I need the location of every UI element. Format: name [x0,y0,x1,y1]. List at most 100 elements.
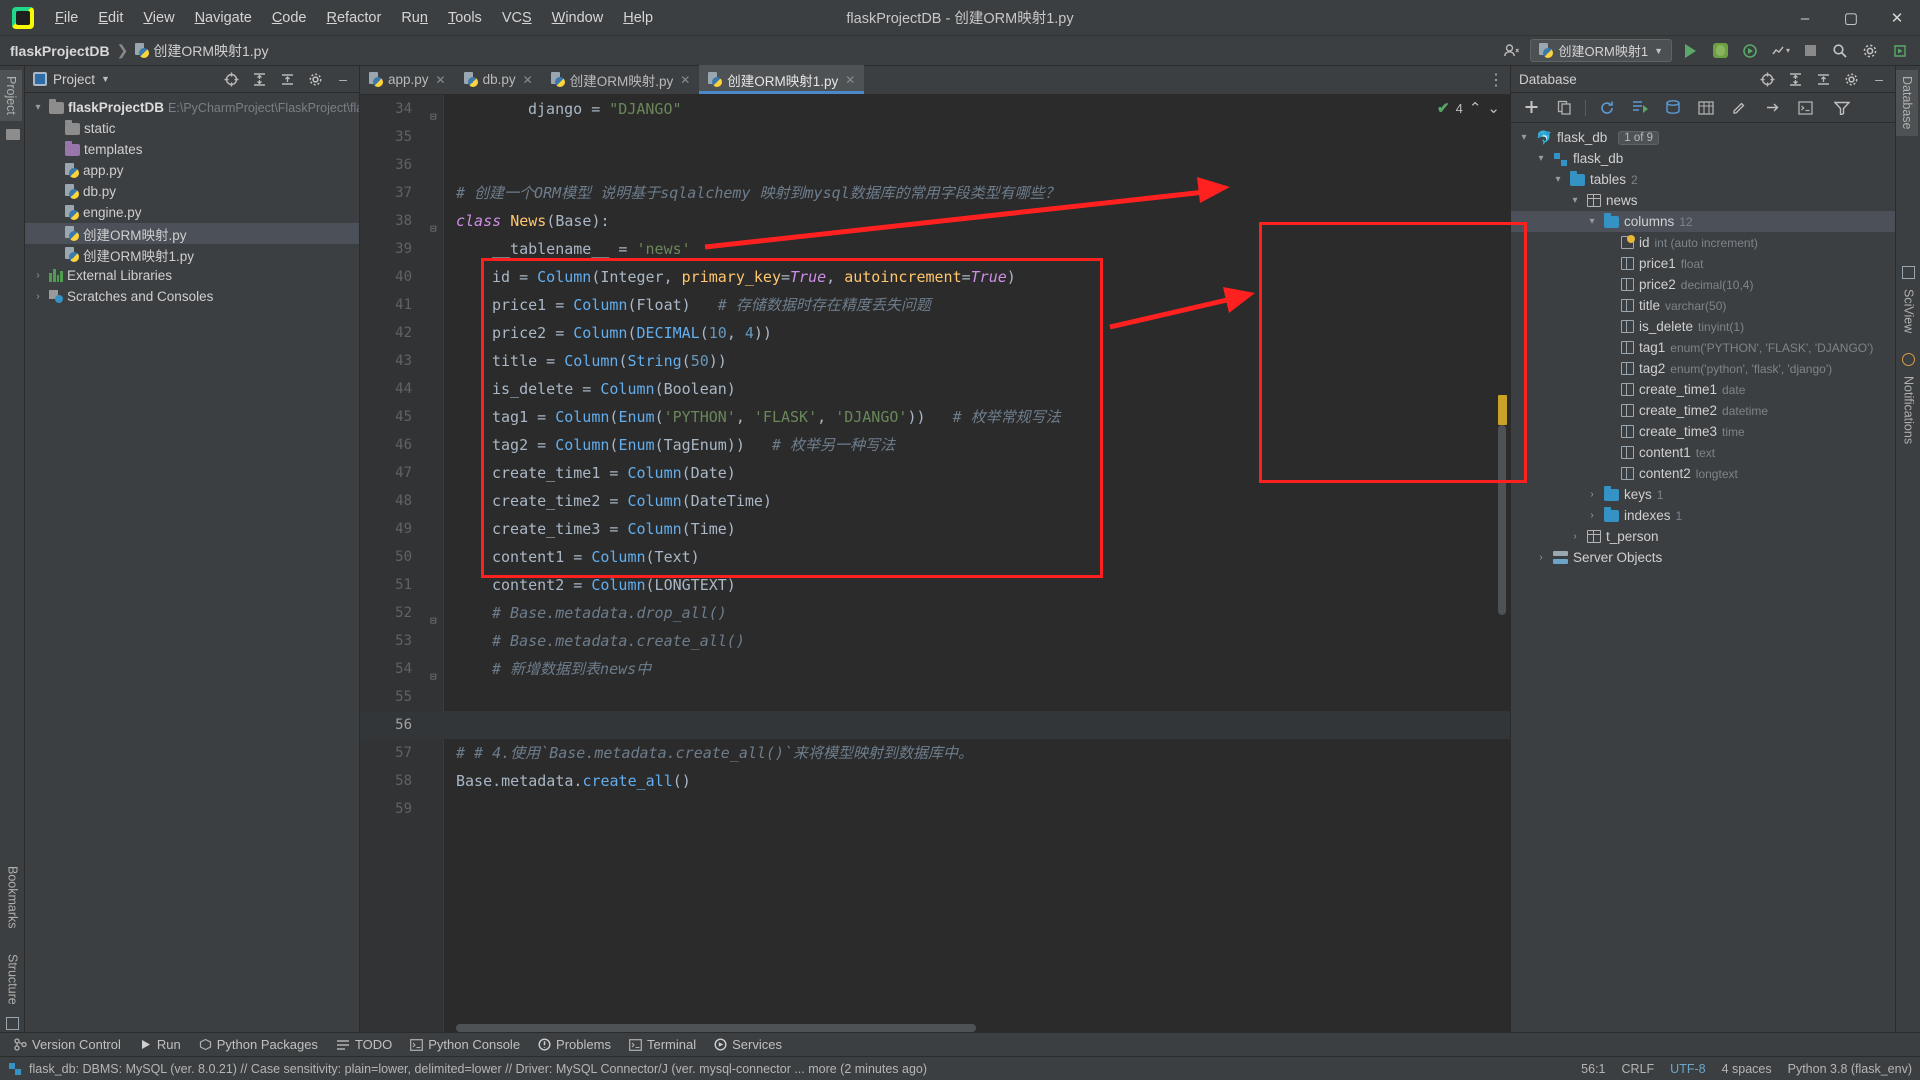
strip-tab-notifications[interactable]: Notifications [1898,370,1920,450]
code-line[interactable]: 55 [360,683,1510,711]
next-problem-icon[interactable]: ⌄ [1487,99,1500,117]
database-tree-item[interactable]: id int (auto increment) [1511,232,1895,253]
tool-window-button[interactable]: Problems [530,1035,619,1054]
run-configuration-selector[interactable]: 创建ORM映射1 ▼ [1529,39,1672,62]
chevron-down-icon[interactable]: ▾ [1551,174,1565,185]
editor-vertical-scrollbar[interactable] [1498,425,1506,615]
chevron-down-icon[interactable]: ▾ [1534,153,1548,164]
project-tree[interactable]: ▾ flaskProjectDB E:\PyCharmProject\FlaskPr… [25,93,359,1034]
status-indent[interactable]: 4 spaces [1722,1062,1772,1076]
strip-tab-structure[interactable]: Structure [2,948,24,1011]
code-line[interactable]: 40 id = Column(Integer, primary_key=True,… [360,263,1510,291]
expand-all-icon[interactable] [1811,67,1835,91]
status-interpreter[interactable]: Python 3.8 (flask_env) [1788,1062,1912,1076]
code-line[interactable]: 38 ⊟ class News(Base): [360,207,1510,235]
project-settings-gear-icon[interactable] [303,67,327,91]
settings-gear-icon[interactable] [1858,39,1882,63]
run-with-coverage-button[interactable] [1738,39,1762,63]
strip-tab-bookmarks[interactable]: Bookmarks [2,860,24,935]
code-line[interactable]: 53 # Base.metadata.create_all() [360,627,1510,655]
database-tree-item[interactable]: ▾ 🐬 flask_db 1 of 9 [1511,127,1895,148]
code-line[interactable]: 51 content2 = Column(LONGTEXT) [360,571,1510,599]
database-tree-item[interactable]: content2 longtext [1511,463,1895,484]
tool-window-button[interactable]: TODO [328,1035,400,1054]
chevron-down-icon[interactable]: ▾ [1585,216,1599,227]
database-tree-item[interactable]: create_time3 time [1511,421,1895,442]
menu-edit[interactable]: Edit [89,6,132,30]
profile-button[interactable]: ▾ [1768,39,1792,63]
code-line[interactable]: 39 __tablename__ = 'news' [360,235,1510,263]
menu-refactor[interactable]: Refactor [318,6,391,30]
filter-icon[interactable] [1830,96,1854,120]
code-line[interactable]: 58 Base.metadata.create_all() [360,767,1510,795]
tool-window-button[interactable]: Services [706,1035,790,1054]
close-icon[interactable]: ✕ [845,73,855,87]
status-caret-position[interactable]: 56:1 [1581,1062,1605,1076]
code-line[interactable]: 59 [360,795,1510,823]
database-settings-gear-icon[interactable] [1839,67,1863,91]
code-line[interactable]: 56 [360,711,1510,739]
expand-all-icon[interactable] [275,67,299,91]
database-tree-item[interactable]: › Server Objects [1511,547,1895,568]
menu-run[interactable]: Run [392,6,437,30]
code-line[interactable]: 35 [360,123,1510,151]
code-line[interactable]: 54 ⊟ # 新增数据到表news中 [360,655,1510,683]
tool-window-button[interactable]: Python Packages [191,1035,326,1054]
code-lines[interactable]: 34 ⊟ django = "DJANGO" 35 36 37 # 创建一个ORM模型 说明… [360,95,1510,1034]
tool-window-button[interactable]: Version Control [6,1035,129,1054]
menu-view[interactable]: View [134,6,183,30]
editor-tabs-more-icon[interactable]: ⋮ [1482,65,1510,94]
database-tree-item[interactable]: price1 float [1511,253,1895,274]
database-tree-item[interactable]: tag1 enum('PYTHON', 'FLASK', 'DJANGO') [1511,337,1895,358]
debug-button[interactable] [1708,39,1732,63]
breadcrumb-file[interactable]: 创建ORM映射1.py [135,41,268,61]
tool-window-button[interactable]: Run [131,1035,189,1054]
editor-tab[interactable]: 创建ORM映射1.py ✕ [699,65,865,94]
chevron-down-icon[interactable]: ▼ [101,74,110,84]
data-source-icon[interactable] [1661,96,1685,120]
strip-tab-sciview[interactable]: SciView [1898,283,1920,339]
menu-vcs[interactable]: VCS [493,6,541,30]
database-tree-item[interactable]: › indexes 1 [1511,505,1895,526]
code-line[interactable]: 44 is_delete = Column(Boolean) [360,375,1510,403]
close-icon[interactable]: ✕ [523,73,533,87]
close-icon[interactable]: ✕ [680,73,690,87]
run-button[interactable] [1678,39,1702,63]
add-icon[interactable] [1519,96,1543,120]
code-line[interactable]: 47 create_time1 = Column(Date) [360,459,1510,487]
editor-tab[interactable]: db.py ✕ [455,65,542,94]
editor-tab[interactable]: 创建ORM映射.py ✕ [542,65,700,94]
menu-help[interactable]: Help [614,6,662,30]
chevron-right-icon[interactable]: › [31,270,45,281]
code-line[interactable]: 43 title = Column(String(50)) [360,347,1510,375]
project-tree-item[interactable]: app.py [25,160,359,181]
collapse-all-icon[interactable] [247,67,271,91]
scroll-from-source-icon[interactable] [219,67,243,91]
menu-window[interactable]: Window [543,6,613,30]
run-query-icon[interactable] [1628,96,1652,120]
scroll-from-source-icon[interactable] [1755,67,1779,91]
expand-icon[interactable] [1760,96,1784,120]
minimize-button[interactable]: – [1782,0,1828,36]
database-tree-item[interactable]: ▾ tables 2 [1511,169,1895,190]
code-line[interactable]: 57 # # 4.使用`Base.metadata.create_all()`来将… [360,739,1510,767]
status-encoding[interactable]: UTF-8 [1670,1062,1705,1076]
stop-button[interactable] [1798,39,1822,63]
project-tree-item[interactable]: 创建ORM映射1.py [25,244,359,265]
previous-problem-icon[interactable]: ⌃ [1469,99,1482,117]
code-line[interactable]: 50 content1 = Column(Text) [360,543,1510,571]
code-editor[interactable]: ✔ 4 ⌃ ⌄ 34 ⊟ django = "DJANGO" 35 36 37 # 创建一个… [360,95,1510,1034]
hide-panel-icon[interactable]: – [1867,67,1891,91]
database-tree-item[interactable]: is_delete tinyint(1) [1511,316,1895,337]
table-icon[interactable] [1694,96,1718,120]
code-line[interactable]: 52 ⊟ # Base.metadata.drop_all() [360,599,1510,627]
code-line[interactable]: 37 # 创建一个ORM模型 说明基于sqlalchemy 映射到mysql数据库… [360,179,1510,207]
tool-window-button[interactable]: Python Console [402,1035,528,1054]
code-line[interactable]: 36 [360,151,1510,179]
search-everywhere-button[interactable] [1828,39,1852,63]
code-line[interactable]: 49 create_time3 = Column(Time) [360,515,1510,543]
chevron-down-icon[interactable]: ▾ [1568,195,1582,206]
project-tree-item[interactable]: static [25,118,359,139]
menu-file[interactable]: File [46,6,87,30]
project-tree-item[interactable]: ▾ flaskProjectDB E:\PyCharmProject\FlaskPr… [25,97,359,118]
